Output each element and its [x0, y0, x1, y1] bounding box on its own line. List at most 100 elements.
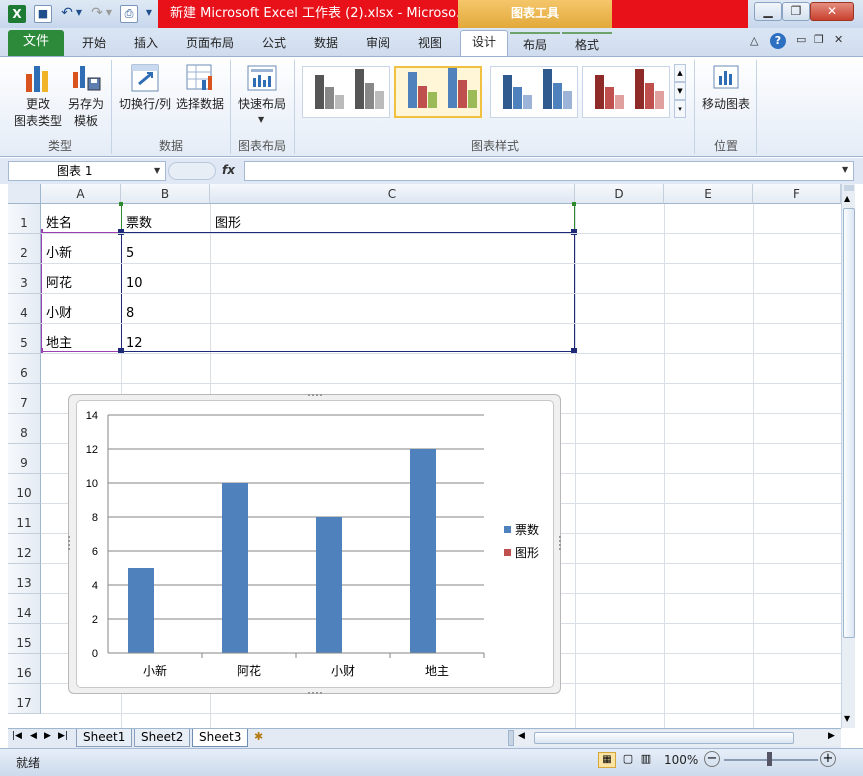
tab-file[interactable]: 文件: [8, 30, 64, 56]
row-header-4[interactable]: 4: [8, 294, 41, 324]
chart-resize-handle-top[interactable]: [308, 394, 322, 398]
save-as-template-button[interactable]: 另存为 模板: [64, 60, 108, 132]
range-handle[interactable]: [119, 202, 123, 206]
redo-dropdown-icon[interactable]: ▼: [104, 5, 114, 23]
tab-layout[interactable]: 布局: [510, 32, 560, 56]
chart-resize-handle-left[interactable]: [68, 536, 72, 550]
column-header-c[interactable]: C: [210, 184, 575, 204]
chart-style-1[interactable]: [302, 66, 390, 118]
row-header-3[interactable]: 3: [8, 264, 41, 294]
formula-bar-expand-icon[interactable]: ▼: [842, 165, 848, 174]
row-header-2[interactable]: 2: [8, 234, 41, 264]
horizontal-scroll-thumb[interactable]: [534, 732, 794, 744]
move-chart-button[interactable]: 移动图表: [698, 60, 754, 116]
row-header-1[interactable]: 1: [8, 204, 41, 234]
plot-area[interactable]: 0 2 4 6 8 10 12 14 小新 阿花 小财 地主 票数图形: [76, 400, 554, 688]
scroll-up-icon[interactable]: ▲: [844, 194, 850, 203]
gallery-more-icon[interactable]: ▾: [674, 100, 686, 118]
column-header-e[interactable]: E: [664, 184, 753, 204]
zoom-slider-thumb[interactable]: [767, 752, 772, 766]
excel-app-icon[interactable]: X: [8, 5, 26, 23]
bar-票数[interactable]: [316, 517, 342, 653]
gallery-scroll-down-icon[interactable]: ▼: [674, 82, 686, 100]
name-box[interactable]: 图表 1: [8, 161, 166, 181]
formula-input[interactable]: [244, 161, 854, 181]
undo-dropdown-icon[interactable]: ▼: [74, 5, 84, 23]
cell-a1[interactable]: 姓名: [42, 217, 72, 231]
tab-home[interactable]: 开始: [74, 32, 114, 56]
row-header-9[interactable]: 9: [8, 444, 41, 474]
bar-票数[interactable]: [410, 449, 436, 653]
close-icon[interactable]: ✕: [810, 2, 854, 21]
restore-icon[interactable]: ❐: [782, 2, 810, 21]
vertical-scrollbar[interactable]: ▲ ▼: [841, 184, 855, 728]
zoom-out-icon[interactable]: −: [704, 751, 720, 767]
insert-function-icon[interactable]: fx: [222, 163, 235, 177]
column-header-d[interactable]: D: [575, 184, 664, 204]
row-header-17[interactable]: 17: [8, 684, 41, 714]
row-header-15[interactable]: 15: [8, 624, 41, 654]
column-header-a[interactable]: A: [41, 184, 121, 204]
sheet-tab-1[interactable]: Sheet1: [76, 729, 133, 747]
zoom-in-icon[interactable]: +: [820, 751, 836, 767]
minimize-ribbon-icon[interactable]: △: [750, 34, 758, 47]
scroll-left-icon[interactable]: ◀: [518, 731, 525, 741]
workbook-minimize-icon[interactable]: ▭: [796, 33, 806, 46]
next-sheet-icon[interactable]: ▶: [44, 731, 51, 741]
row-header-14[interactable]: 14: [8, 594, 41, 624]
chart-resize-handle-bottom[interactable]: [308, 690, 322, 694]
tab-formulas[interactable]: 公式: [254, 32, 294, 56]
horizontal-scrollbar[interactable]: ◀ ▶: [514, 730, 841, 746]
last-sheet-icon[interactable]: ▶|: [58, 731, 68, 741]
help-icon[interactable]: ?: [770, 33, 786, 49]
tab-review[interactable]: 审阅: [358, 32, 398, 56]
change-chart-type-button[interactable]: 更改 图表类型: [12, 60, 64, 132]
tab-format[interactable]: 格式: [562, 32, 612, 56]
column-header-b[interactable]: B: [121, 184, 210, 204]
scroll-down-icon[interactable]: ▼: [844, 714, 850, 723]
gallery-scroll-up-icon[interactable]: ▲: [674, 64, 686, 82]
switch-row-column-button[interactable]: 切换行/列: [116, 60, 174, 116]
bar-票数[interactable]: [128, 568, 154, 653]
range-handle[interactable]: [571, 229, 577, 235]
tab-insert[interactable]: 插入: [126, 32, 166, 56]
prev-sheet-icon[interactable]: ◀: [30, 731, 37, 741]
row-header-7[interactable]: 7: [8, 384, 41, 414]
workbook-restore-icon[interactable]: ❐: [814, 33, 824, 46]
split-handle-top[interactable]: [844, 185, 854, 191]
normal-view-icon[interactable]: ▦: [598, 752, 616, 768]
workbook-close-icon[interactable]: ✕: [834, 33, 843, 46]
quick-layout-button[interactable]: 快速布局 ▼: [234, 60, 290, 132]
first-sheet-icon[interactable]: |◀: [12, 731, 22, 741]
tab-design[interactable]: 设计: [460, 30, 508, 56]
chart-style-4[interactable]: [582, 66, 670, 118]
chart-style-2-selected[interactable]: [394, 66, 482, 118]
row-header-12[interactable]: 12: [8, 534, 41, 564]
minimize-icon[interactable]: ▁: [754, 2, 782, 21]
row-header-11[interactable]: 11: [8, 504, 41, 534]
insert-sheet-icon[interactable]: ✱: [254, 730, 272, 746]
vertical-scroll-thumb[interactable]: [843, 208, 855, 638]
page-layout-view-icon[interactable]: ▢: [620, 752, 636, 768]
column-header-f[interactable]: F: [753, 184, 841, 204]
row-header-8[interactable]: 8: [8, 414, 41, 444]
chart-resize-handle-right[interactable]: [557, 536, 561, 550]
bar-票数[interactable]: [222, 483, 248, 653]
range-handle[interactable]: [118, 229, 124, 235]
save-icon[interactable]: ■: [34, 5, 52, 23]
name-box-dropdown-icon[interactable]: ▼: [154, 166, 160, 175]
row-header-16[interactable]: 16: [8, 654, 41, 684]
tab-view[interactable]: 视图: [410, 32, 450, 56]
sheet-tab-3[interactable]: Sheet3: [192, 729, 249, 747]
select-all-corner[interactable]: [8, 184, 41, 204]
chart-style-3[interactable]: [490, 66, 578, 118]
scroll-right-icon[interactable]: ▶: [828, 731, 835, 741]
page-break-view-icon[interactable]: ▥: [638, 752, 654, 768]
row-header-13[interactable]: 13: [8, 564, 41, 594]
tab-page-layout[interactable]: 页面布局: [180, 32, 240, 56]
formula-bar-resize-handle[interactable]: [168, 162, 216, 180]
sheet-tab-2[interactable]: Sheet2: [134, 729, 191, 747]
zoom-level[interactable]: 100%: [664, 753, 698, 767]
tab-data[interactable]: 数据: [306, 32, 346, 56]
customize-qat-icon[interactable]: ▼: [144, 5, 154, 23]
